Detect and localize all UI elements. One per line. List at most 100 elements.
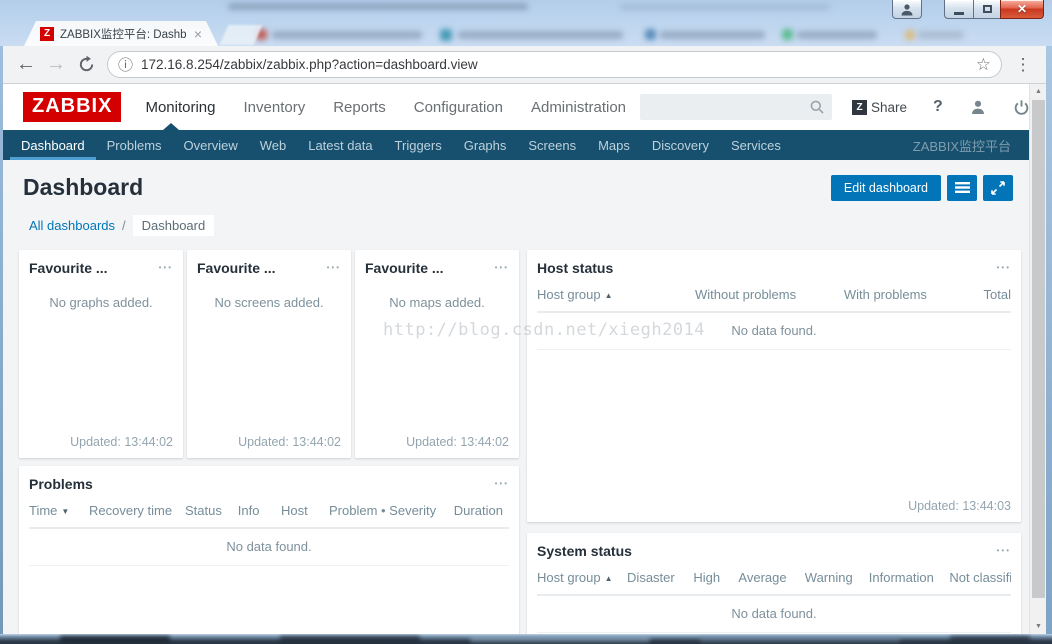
no-data-message: No data found.: [537, 595, 1011, 633]
zabbix-logo[interactable]: ZABBIX: [23, 92, 121, 122]
problems-table: Time▼ Recovery time Status Info Host Pro…: [29, 499, 509, 566]
subnav-latest-data[interactable]: Latest data: [297, 130, 383, 160]
zabbix-app: ZABBIX Monitoring Inventory Reports Conf…: [3, 84, 1029, 634]
page-scrollbar[interactable]: ▲ ▼: [1029, 84, 1046, 634]
search-icon[interactable]: [809, 99, 825, 120]
reload-button[interactable]: [71, 50, 101, 80]
page-actions: Edit dashboard: [831, 175, 1013, 201]
help-button[interactable]: ?: [933, 98, 943, 116]
back-icon: ←: [16, 53, 36, 76]
search-box: [640, 94, 832, 120]
bookmark-star-icon[interactable]: ☆: [976, 55, 991, 75]
column-host: Host: [281, 499, 329, 528]
header-actions: Z Share ?: [640, 94, 1036, 120]
column-duration: Duration: [454, 499, 509, 528]
subnav-screens[interactable]: Screens: [517, 130, 587, 160]
subnav-graphs[interactable]: Graphs: [453, 130, 518, 160]
widget-menu-button[interactable]: •••: [487, 261, 509, 275]
column-recovery-time: Recovery time: [89, 499, 185, 528]
forward-button[interactable]: →: [41, 50, 71, 80]
zabbix-header: ZABBIX Monitoring Inventory Reports Conf…: [3, 84, 1029, 130]
zabbix-favicon-icon: Z: [40, 27, 54, 41]
subnav-triggers[interactable]: Triggers: [384, 130, 453, 160]
sort-desc-icon: ▼: [61, 507, 69, 516]
breadcrumb-all-dashboards[interactable]: All dashboards: [29, 218, 115, 233]
breadcrumb: All dashboards / Dashboard: [3, 207, 1029, 246]
column-warning: Warning: [805, 566, 869, 595]
updated-timestamp: Updated: 13:44:02: [70, 435, 173, 449]
dashboard-grid: Favourite ... ••• No graphs added. Updat…: [3, 246, 1029, 634]
updated-timestamp: Updated: 13:44:02: [406, 435, 509, 449]
logout-button[interactable]: [1013, 99, 1030, 116]
minimize-button[interactable]: [944, 0, 973, 19]
profile-caption-button[interactable]: [892, 0, 922, 19]
forward-icon: →: [46, 53, 66, 76]
minimize-icon: [954, 12, 964, 15]
menu-administration[interactable]: Administration: [517, 99, 640, 116]
subnav-discovery[interactable]: Discovery: [641, 130, 720, 160]
main-menu: Monitoring Inventory Reports Configurati…: [131, 99, 640, 116]
menu-reports[interactable]: Reports: [319, 99, 400, 116]
edit-dashboard-button[interactable]: Edit dashboard: [831, 175, 941, 201]
dots-menu-icon: •••: [327, 263, 341, 272]
dashboard-list-button[interactable]: [947, 175, 977, 201]
scrollbar-thumb[interactable]: [1032, 100, 1045, 598]
empty-message: No graphs added.: [19, 283, 183, 310]
user-profile-button[interactable]: [969, 98, 987, 116]
page-info-icon[interactable]: ⓘ: [118, 54, 133, 75]
tab-close-icon[interactable]: ×: [194, 27, 202, 41]
subnav-problems[interactable]: Problems: [96, 130, 173, 160]
browser-menu-button[interactable]: ⋮: [1008, 50, 1038, 80]
menu-monitoring[interactable]: Monitoring: [131, 99, 229, 116]
address-bar[interactable]: ⓘ 172.16.8.254/zabbix/zabbix.php?action=…: [107, 51, 1002, 78]
system-status-table: Host group▲ Disaster High Average Warnin…: [537, 566, 1011, 633]
scroll-up-arrow-icon[interactable]: ▲: [1030, 84, 1046, 99]
window-caption-buttons: ✕: [892, 0, 1044, 19]
menu-inventory[interactable]: Inventory: [230, 99, 320, 116]
subnav-overview[interactable]: Overview: [173, 130, 249, 160]
search-input[interactable]: [640, 94, 832, 120]
subnav-web[interactable]: Web: [249, 130, 298, 160]
sort-asc-icon: ▲: [605, 574, 613, 583]
widget-menu-button[interactable]: •••: [487, 477, 509, 491]
fullscreen-button[interactable]: [983, 175, 1013, 201]
breadcrumb-current[interactable]: Dashboard: [133, 215, 215, 236]
back-button[interactable]: ←: [11, 50, 41, 80]
widget-menu-button[interactable]: •••: [319, 261, 341, 275]
tab-title: ZABBIX监控平台: Dashb: [60, 26, 188, 42]
column-status: Status: [185, 499, 238, 528]
close-button[interactable]: ✕: [1000, 0, 1044, 19]
person-icon: [900, 3, 914, 16]
menu-configuration[interactable]: Configuration: [400, 99, 517, 116]
no-data-message: No data found.: [537, 312, 1011, 350]
instance-name-label: ZABBIX监控平台: [913, 130, 1019, 160]
widget-title: Favourite ...: [365, 260, 444, 276]
share-link[interactable]: Z Share: [852, 100, 907, 115]
widget-title: Host status: [537, 260, 613, 276]
column-host-group[interactable]: Host group▲: [537, 283, 665, 312]
column-average: Average: [738, 566, 804, 595]
column-with-problems: With problems: [826, 283, 945, 312]
widget-title: System status: [537, 543, 632, 559]
widget-menu-button[interactable]: •••: [989, 544, 1011, 558]
host-status-table: Host group▲ Without problems With proble…: [537, 283, 1011, 350]
subnav-services[interactable]: Services: [720, 130, 792, 160]
maximize-button[interactable]: [973, 0, 1000, 19]
subnav-maps[interactable]: Maps: [587, 130, 641, 160]
breadcrumb-separator: /: [122, 218, 126, 233]
widget-title: Favourite ...: [29, 260, 108, 276]
column-time[interactable]: Time▼: [29, 499, 89, 528]
share-label: Share: [871, 100, 907, 115]
widget-menu-button[interactable]: •••: [151, 261, 173, 275]
browser-toolbar: ← → ⓘ 172.16.8.254/zabbix/zabbix.php?act…: [3, 46, 1046, 84]
column-problem-severity: Problem • Severity: [329, 499, 454, 528]
sort-asc-icon: ▲: [605, 291, 613, 300]
maximize-icon: [983, 5, 992, 13]
column-host-group[interactable]: Host group▲: [537, 566, 627, 595]
scroll-down-arrow-icon[interactable]: ▼: [1030, 619, 1046, 634]
new-tab-button[interactable]: [220, 25, 263, 45]
browser-tab[interactable]: Z ZABBIX监控平台: Dashb ×: [24, 21, 218, 46]
widget-menu-button[interactable]: •••: [989, 261, 1011, 275]
fullscreen-expand-icon: [991, 181, 1005, 195]
subnav-dashboard[interactable]: Dashboard: [10, 130, 96, 160]
